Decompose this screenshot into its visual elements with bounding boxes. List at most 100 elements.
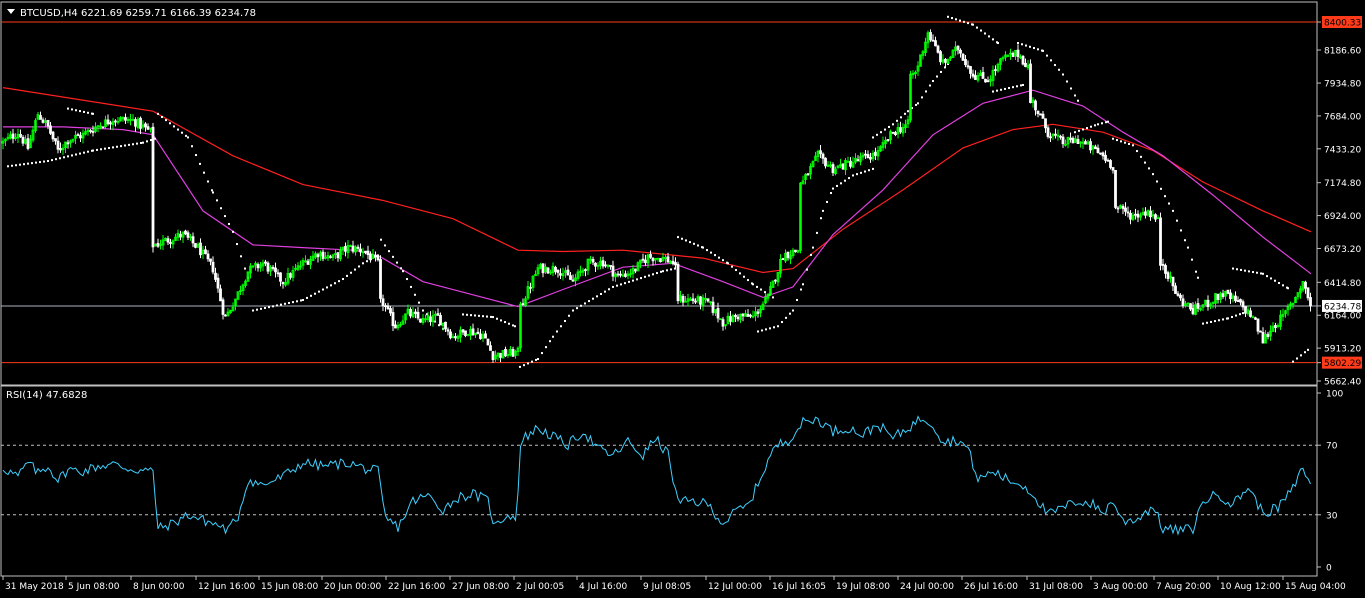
rsi-tick-label: 70 [1326,442,1338,452]
sar-dot [940,70,942,73]
sar-dot [955,18,957,21]
candle-body [846,161,850,163]
candle-body [446,329,450,332]
sar-dot [474,314,476,317]
candle-body [479,333,482,340]
sar-dot [51,159,53,162]
sar-dot [896,119,898,122]
sar-dot [936,75,938,78]
sar-dot [972,23,974,26]
sar-dot [1296,357,1298,360]
sar-dot [288,301,290,304]
sar-dot [330,284,332,287]
candle-body [1261,332,1265,344]
candle-body [91,131,95,133]
candle-body [716,307,720,319]
candle-body [736,316,740,320]
dropdown-triangle-icon[interactable] [7,9,15,14]
sar-dot [27,162,29,165]
candle-body [956,45,960,51]
price-tick-label: 6673.20 [1324,245,1361,255]
time-tick-label: 24 Jul 00:00 [900,582,954,592]
sar-dot [915,103,917,106]
candle-body [214,272,217,280]
sar-dot [63,156,65,159]
sar-dot [947,15,949,18]
candle-body [374,255,377,258]
sar-dot [880,131,882,134]
sar-dot [284,302,286,305]
sar-dot [907,110,909,113]
sar-dot [552,335,554,338]
candle-body [711,301,715,313]
chart-svg: 8400.33 8186.60 7934.80 7684.00 7433.20 7174.… [0,1,1362,592]
candle-body [344,246,347,252]
candle-body [1029,63,1032,103]
sar-dot [777,325,779,328]
sar-dot [535,358,537,361]
time-tick-label: 20 Jun 00:00 [324,582,381,592]
sar-dot [1227,317,1229,320]
candle-body [1266,333,1270,338]
candle-body [366,250,370,255]
sar-dot [1248,270,1250,273]
candle-body [1011,52,1015,58]
candle-body [499,353,502,358]
price-axis: 8400.33 8186.60 7934.80 7684.00 7433.20 7174.… [1317,16,1362,388]
candle-body [79,135,82,139]
sar-dot [584,302,586,305]
sar-dot [884,128,886,131]
candle-body [886,139,890,141]
sar-dot [816,231,818,234]
time-tick-label: 16 Jul 16:05 [772,582,826,592]
sar-dot [1042,49,1044,52]
sar-dot [380,238,382,241]
sar-dot [55,158,57,161]
sar-dot [772,296,774,299]
sar-dot [384,244,386,247]
candle-body [1249,310,1252,317]
candle-body [634,268,637,272]
candle-body [281,282,285,285]
sar-dot [100,148,102,151]
sar-dot [997,42,999,45]
candle-body [856,159,860,161]
candle-body [279,272,282,282]
sar-dot [1184,239,1186,242]
candle-body [1134,213,1137,216]
sar-dot [789,312,791,315]
sar-dot [1012,86,1014,89]
sar-dot [1000,88,1002,91]
sar-dot [1054,64,1056,67]
time-tick-label: 12 Jul 00:00 [708,582,762,592]
sar-dot [900,116,902,119]
sar-dot [541,352,543,355]
sar-dot [702,246,704,249]
sar-dot [796,299,798,302]
sar-dot [1156,180,1158,183]
sar-dot [1266,275,1268,278]
sar-dot [108,147,110,150]
candle-body [611,265,615,277]
candle-body [379,259,382,299]
sar-dot [992,38,994,41]
price-tick-label: 5913.20 [1324,345,1361,355]
sar-dot [1274,279,1276,282]
sar-dot [921,96,923,99]
candle-body [256,264,260,269]
candle-body [986,80,990,83]
candle-body [449,331,452,339]
sar-dot [410,285,412,288]
sar-dot [116,145,118,148]
candle-body [491,351,495,360]
candle-body [464,330,467,336]
sar-dot [169,122,171,125]
candle-body [1254,317,1257,320]
sar-dot [988,35,990,38]
rsi-tick-label: 0 [1326,564,1332,574]
candle-body [584,269,587,271]
sar-dot [418,301,420,304]
candle-body [569,275,572,280]
candle-body [674,262,677,266]
candle-body [1259,330,1262,333]
